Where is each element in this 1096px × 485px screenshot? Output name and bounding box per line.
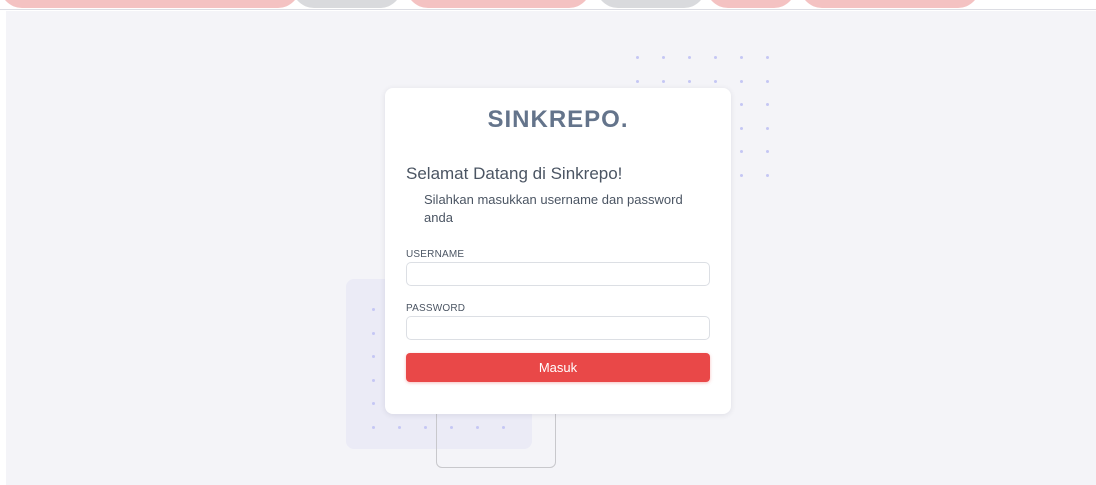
login-button[interactable]: Masuk [406,353,710,382]
password-input[interactable] [406,316,710,340]
username-input[interactable] [406,262,710,286]
page-background: SINKREPO. Selamat Datang di Sinkrepo! Si… [6,11,1096,485]
welcome-subtitle: Silahkan masukkan username dan password … [424,192,683,225]
top-decorative-strip [0,0,1096,10]
username-label: USERNAME [406,249,465,260]
password-label: PASSWORD [406,303,466,314]
login-card: SINKREPO. Selamat Datang di Sinkrepo! Si… [385,88,731,414]
top-shape [406,0,591,8]
brand-logo: SINKREPO. [487,106,629,133]
welcome-title: Selamat Datang di Sinkrepo! [406,164,623,183]
top-shape [292,0,402,8]
top-shape [800,0,980,8]
top-shape [596,0,706,8]
top-shape [706,0,796,8]
top-shape [0,0,300,8]
